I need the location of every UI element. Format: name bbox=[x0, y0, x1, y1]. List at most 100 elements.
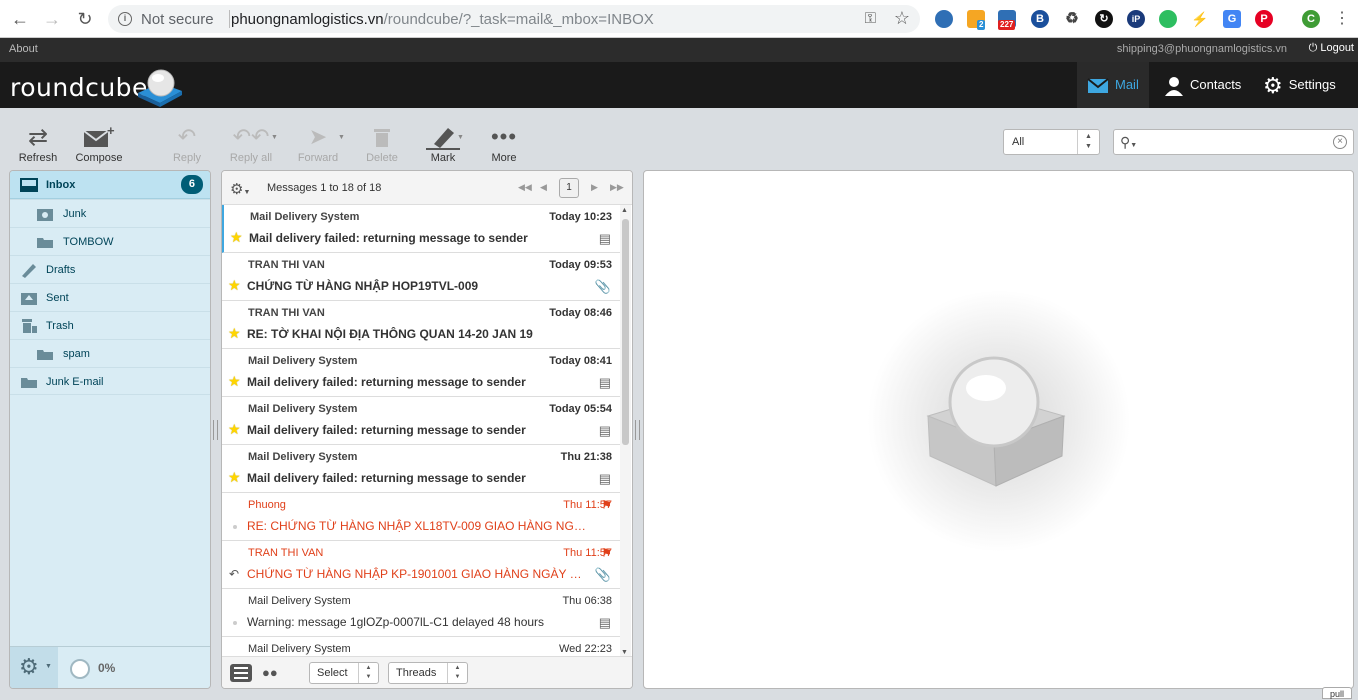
extension-sync-icon[interactable]: ↻ bbox=[1095, 10, 1113, 28]
message-from: Mail Delivery System bbox=[250, 211, 360, 223]
star-icon[interactable]: ★ bbox=[228, 421, 241, 438]
reply-all-dropdown-icon[interactable]: ▼ bbox=[271, 134, 278, 141]
browser-menu-icon[interactable]: ⋮ bbox=[1330, 7, 1354, 31]
message-row[interactable]: TRAN THI VAN Today 09:53 CHỨNG TỪ HÀNG NHẬ… bbox=[222, 253, 620, 301]
extension-calendar-icon[interactable]: 227 bbox=[998, 10, 1016, 30]
prev-page-icon[interactable]: ◀ bbox=[540, 182, 547, 193]
logout-button[interactable]: ⏻ Logout bbox=[1309, 42, 1354, 55]
forward-arrow-icon[interactable]: → bbox=[40, 7, 64, 31]
status-dot[interactable] bbox=[233, 525, 237, 529]
folder-drafts[interactable]: Drafts bbox=[10, 255, 210, 283]
profile-avatar[interactable]: C bbox=[1302, 10, 1320, 28]
refresh-button[interactable]: ⇄ Refresh bbox=[8, 122, 68, 165]
folder-name: Drafts bbox=[46, 264, 76, 276]
reload-icon[interactable]: ↻ bbox=[73, 7, 97, 31]
mark-button[interactable]: Mark ▼ bbox=[413, 122, 473, 164]
info-icon[interactable]: i bbox=[118, 12, 132, 26]
folder-tombow[interactable]: TOMBOW bbox=[10, 227, 210, 255]
message-row[interactable]: TRAN THI VAN Thu 11:57 CHỨNG TỪ HÀNG NHẬP … bbox=[222, 541, 620, 589]
star-icon[interactable]: ★ bbox=[228, 373, 241, 390]
scroll-down-icon[interactable]: ▼ bbox=[621, 649, 628, 656]
folder-name: Sent bbox=[46, 292, 69, 304]
back-arrow-icon[interactable]: ← bbox=[8, 7, 32, 31]
address-bar[interactable]: i Not secure phuongnamlogistics.vn/round… bbox=[108, 5, 920, 33]
logo[interactable]: roundcube bbox=[10, 73, 148, 102]
tab-mail[interactable]: Mail bbox=[1077, 62, 1149, 108]
tab-contacts-label: Contacts bbox=[1190, 77, 1242, 92]
filter-select[interactable]: All ▲ ▼ bbox=[1003, 129, 1100, 155]
flag-icon[interactable]: ⚑ bbox=[601, 498, 612, 512]
extension-cloud-icon[interactable] bbox=[935, 10, 953, 28]
key-icon[interactable]: ⚿ bbox=[865, 10, 876, 27]
folder-inbox[interactable]: Inbox 6 bbox=[10, 171, 210, 199]
more-button[interactable]: ••• More bbox=[474, 122, 534, 164]
extension-translate-icon[interactable]: G bbox=[1223, 10, 1241, 28]
extension-bolt-icon[interactable]: ⚡ bbox=[1191, 10, 1209, 28]
last-page-icon[interactable]: ▶▶ bbox=[610, 182, 624, 193]
search-icon[interactable]: ⚲▼ bbox=[1120, 134, 1137, 151]
splitter-handle[interactable] bbox=[213, 420, 218, 440]
folder-spam[interactable]: spam bbox=[10, 339, 210, 367]
star-icon[interactable]: ★ bbox=[228, 469, 241, 486]
delete-label: Delete bbox=[366, 152, 398, 164]
about-link[interactable]: About bbox=[9, 43, 38, 55]
flag-icon[interactable]: ⚑ bbox=[601, 546, 612, 560]
tab-settings[interactable]: ⚙ Settings bbox=[1262, 62, 1358, 108]
extension-recycle-icon[interactable]: ♻ bbox=[1063, 10, 1081, 28]
message-from: Mail Delivery System bbox=[248, 595, 351, 607]
reply-all-button[interactable]: ↶↶ Reply all ▼ bbox=[221, 122, 281, 164]
mark-dropdown-icon[interactable]: ▼ bbox=[457, 134, 464, 141]
page-number-input[interactable]: 1 bbox=[559, 178, 579, 198]
extension-pinterest-icon[interactable]: P bbox=[1255, 10, 1273, 28]
star-icon[interactable]: ★ bbox=[228, 325, 241, 342]
extension-evernote-icon[interactable] bbox=[1159, 10, 1177, 28]
next-page-icon[interactable]: ▶ bbox=[591, 182, 598, 193]
folder-sent[interactable]: Sent bbox=[10, 283, 210, 311]
delete-button[interactable]: Delete bbox=[352, 122, 412, 164]
extension-b-icon[interactable]: B bbox=[1031, 10, 1049, 28]
message-row[interactable]: Mail Delivery System Today 05:54 Mail deli… bbox=[222, 397, 620, 445]
message-row[interactable]: Phuong Thu 11:57 RE: CHỨNG TỪ HÀNG NHẬP XL… bbox=[222, 493, 620, 541]
list-options-gear-icon[interactable]: ⚙▼ bbox=[230, 180, 250, 198]
tab-contacts[interactable]: Contacts bbox=[1160, 62, 1256, 108]
first-page-icon[interactable]: ◀◀ bbox=[518, 182, 532, 193]
forward-button[interactable]: ➤ Forward ▼ bbox=[288, 122, 348, 164]
compose-button[interactable]: + Compose bbox=[69, 122, 129, 164]
threads-dropdown[interactable]: Threads ▲ ▼ bbox=[388, 662, 468, 684]
extension-chart-icon[interactable]: 2 bbox=[967, 10, 986, 30]
star-icon[interactable]: ★ bbox=[228, 277, 241, 294]
url-text[interactable]: phuongnamlogistics.vn/roundcube/?_task=m… bbox=[231, 11, 654, 28]
clear-search-icon[interactable]: × bbox=[1333, 135, 1347, 149]
message-row[interactable]: Mail Delivery System Thu 06:38 Warning: me… bbox=[222, 589, 620, 637]
scroll-thumb[interactable] bbox=[622, 219, 629, 445]
forward-dropdown-icon[interactable]: ▼ bbox=[338, 134, 345, 141]
folder-junk[interactable]: Junk bbox=[10, 199, 210, 227]
star-icon[interactable]: ★ bbox=[230, 229, 243, 246]
message-date: Today 10:23 bbox=[549, 211, 612, 223]
folder-settings-button[interactable]: ⚙ ▼ bbox=[10, 647, 58, 688]
browser-chrome: ← → ↻ i Not secure phuongnamlogistics.vn… bbox=[0, 0, 1358, 38]
svg-text:+: + bbox=[107, 125, 115, 138]
status-dot[interactable] bbox=[233, 621, 237, 625]
bookmark-star-icon[interactable]: ☆ bbox=[894, 8, 910, 29]
url-path: /roundcube/?_task=mail&_mbox=INBOX bbox=[383, 11, 654, 28]
scroll-up-icon[interactable]: ▲ bbox=[621, 207, 628, 214]
message-row[interactable]: Mail Delivery System Wed 22:23 bbox=[222, 637, 620, 658]
extension-ip-icon[interactable]: iP bbox=[1127, 10, 1145, 28]
message-subject: Warning: message 1glOZp-0007lL-C1 delaye… bbox=[247, 615, 545, 629]
folder-footer: ⚙ ▼ 0% bbox=[10, 646, 210, 688]
select-dropdown[interactable]: Select ▲ ▼ bbox=[309, 662, 379, 684]
reply-button[interactable]: ↶ Reply bbox=[157, 122, 217, 164]
list-view-icon[interactable] bbox=[230, 664, 252, 682]
folder-junk-email[interactable]: Junk E-mail bbox=[10, 367, 210, 395]
message-row[interactable]: Mail Delivery System Thu 21:38 Mail delive… bbox=[222, 445, 620, 493]
message-row[interactable]: TRAN THI VAN Today 08:46 RE: TỜ KHAI NỘI Đ… bbox=[222, 301, 620, 349]
list-scrollbar[interactable]: ▲ ▼ bbox=[620, 205, 631, 658]
folder-trash[interactable]: Trash bbox=[10, 311, 210, 339]
message-row[interactable]: Mail Delivery System Today 08:41 Mail deli… bbox=[222, 349, 620, 397]
splitter-handle[interactable] bbox=[635, 420, 640, 440]
search-input[interactable]: ⚲▼ × bbox=[1113, 129, 1354, 155]
pull-tab[interactable]: pull bbox=[1322, 687, 1352, 699]
thread-bubbles-icon[interactable]: ●● bbox=[262, 665, 278, 680]
message-row[interactable]: Mail Delivery System Today 10:23 Mail deli… bbox=[222, 205, 620, 253]
